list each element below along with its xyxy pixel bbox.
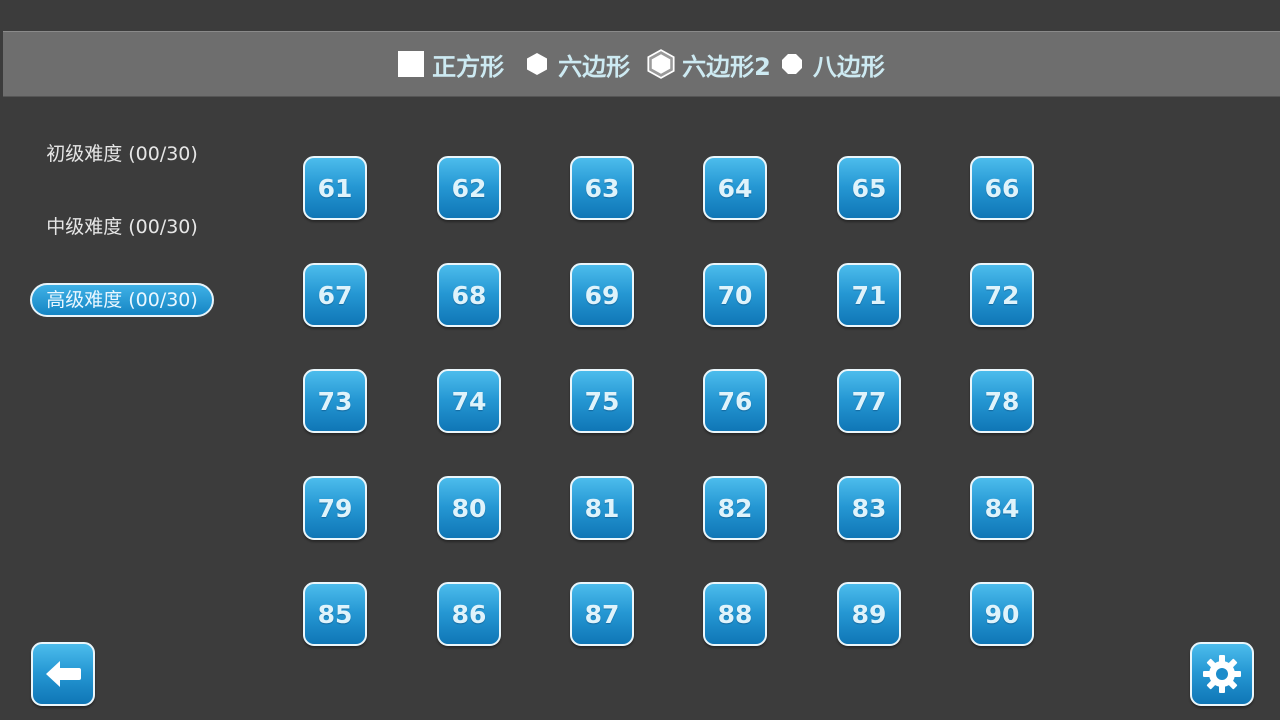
level-button[interactable]: 61 [303, 156, 367, 220]
tab-square[interactable]: 正方形 [398, 47, 504, 82]
level-button[interactable]: 82 [703, 476, 767, 540]
settings-button[interactable] [1190, 642, 1254, 706]
tab-octagon[interactable]: 八边形 [779, 47, 885, 82]
level-select-screen: 正方形 六边形 六边形2 八边形 初级难度 (00/30) 中级难度 (00/3… [0, 0, 1280, 720]
hexagon-icon [527, 53, 548, 75]
difficulty-intermediate[interactable]: 中级难度 (00/30) [30, 210, 214, 244]
shape-tab-bar: 正方形 六边形 六边形2 八边形 [3, 31, 1280, 97]
tab-label: 六边形 [558, 52, 631, 81]
level-button[interactable]: 70 [703, 263, 767, 327]
back-button[interactable] [31, 642, 95, 706]
tab-hexagon[interactable]: 六边形 [524, 47, 630, 82]
level-button[interactable]: 67 [303, 263, 367, 327]
octagon-icon [781, 54, 802, 74]
level-button[interactable]: 62 [437, 156, 501, 220]
difficulty-advanced[interactable]: 高级难度 (00/30) [30, 283, 214, 317]
tab-label: 八边形 [812, 52, 885, 81]
level-button[interactable]: 69 [570, 263, 634, 327]
square-icon [398, 51, 425, 77]
back-arrow-icon [46, 661, 81, 687]
gear-icon [1203, 655, 1241, 693]
level-button[interactable]: 85 [303, 582, 367, 646]
level-button[interactable]: 76 [703, 369, 767, 433]
level-button[interactable]: 80 [437, 476, 501, 540]
level-button[interactable]: 63 [570, 156, 634, 220]
hexagon-outline-icon [647, 49, 675, 79]
level-button[interactable]: 74 [437, 369, 501, 433]
level-button[interactable]: 87 [570, 582, 634, 646]
level-button[interactable]: 73 [303, 369, 367, 433]
level-button[interactable]: 77 [837, 369, 901, 433]
level-button[interactable]: 84 [970, 476, 1034, 540]
level-button[interactable]: 88 [703, 582, 767, 646]
level-button[interactable]: 90 [970, 582, 1034, 646]
level-button[interactable]: 64 [703, 156, 767, 220]
difficulty-beginner[interactable]: 初级难度 (00/30) [30, 137, 214, 171]
tab-label: 正方形 [432, 52, 505, 81]
level-button[interactable]: 78 [970, 369, 1034, 433]
level-button[interactable]: 81 [570, 476, 634, 540]
tab-label: 六边形2 [682, 52, 771, 81]
level-button[interactable]: 83 [837, 476, 901, 540]
level-button[interactable]: 66 [970, 156, 1034, 220]
level-button[interactable]: 79 [303, 476, 367, 540]
level-button[interactable]: 65 [837, 156, 901, 220]
tab-hexagon-2[interactable]: 六边形2 [646, 47, 771, 82]
level-button[interactable]: 86 [437, 582, 501, 646]
level-button[interactable]: 72 [970, 263, 1034, 327]
level-button[interactable]: 75 [570, 369, 634, 433]
level-button[interactable]: 89 [837, 582, 901, 646]
level-button[interactable]: 68 [437, 263, 501, 327]
level-button[interactable]: 71 [837, 263, 901, 327]
shape-tabs: 正方形 六边形 六边形2 八边形 [3, 32, 1280, 96]
